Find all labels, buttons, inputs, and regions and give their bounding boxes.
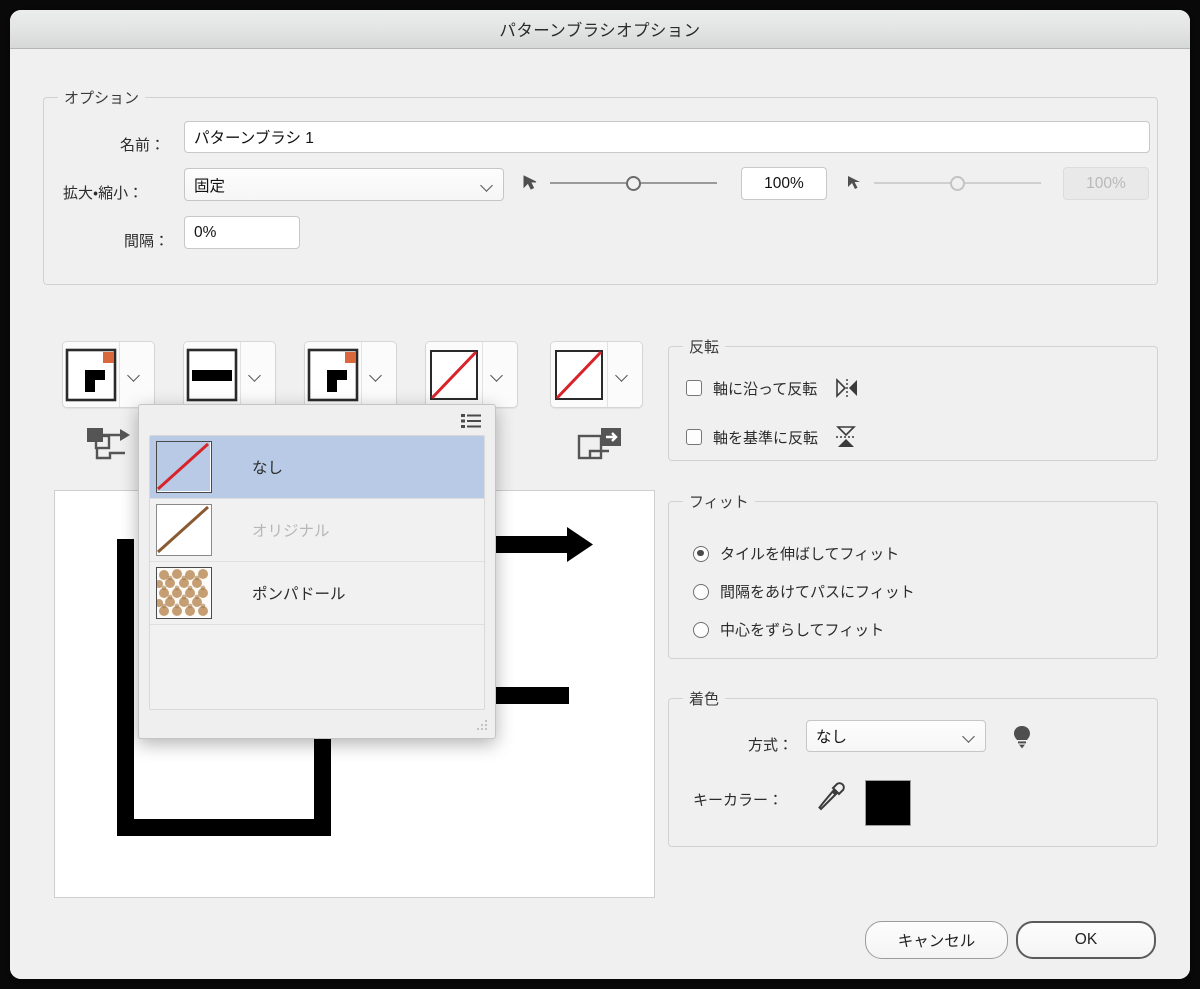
none-tile-icon-2 xyxy=(555,349,603,400)
eyedropper-icon[interactable] xyxy=(816,781,846,813)
fit-option-space-label: 間隔をあけてパスにフィット xyxy=(720,584,915,601)
tile-button-end[interactable] xyxy=(550,341,643,408)
key-color-swatch[interactable] xyxy=(865,780,911,826)
pattern-brush-options-dialog: パターンブラシオプション オプション 名前： パターンブラシ 1 拡大・縮小： … xyxy=(10,10,1190,979)
scale-value-2-input: 100% xyxy=(1063,167,1149,200)
colorization-method-value: なし xyxy=(816,729,848,746)
tile-button-inner-corner[interactable] xyxy=(304,341,397,408)
tile-button-outer-corner[interactable] xyxy=(62,341,155,408)
flip-along-axis-row[interactable]: 軸に沿って反転 xyxy=(686,377,861,399)
flip-group-legend: 反転 xyxy=(683,336,726,357)
spacing-label: 間隔： xyxy=(124,233,170,250)
tile-dropdown-arrow-outer-corner[interactable] xyxy=(119,342,148,407)
inner-corner-indicator-icon xyxy=(577,428,621,460)
fit-option-approximate-row[interactable]: 中心をずらしてフィット xyxy=(693,619,884,640)
tile-chooser-popup: なし オリジナル ポンパドール xyxy=(138,404,496,739)
side-tile-icon xyxy=(186,348,238,401)
corner-tile-icon xyxy=(65,348,117,401)
popup-header xyxy=(139,405,495,435)
corner-tile-icon-2 xyxy=(307,348,359,401)
scale-slider-1-thumb[interactable] xyxy=(626,175,641,191)
list-item[interactable]: ポンパドール xyxy=(150,562,484,625)
fit-option-space-radio[interactable] xyxy=(693,583,709,600)
chevron-down-icon xyxy=(616,371,629,379)
tile-dropdown-arrow-start[interactable] xyxy=(482,342,511,407)
chevron-down-icon xyxy=(963,732,976,740)
flip-along-axis-checkbox[interactable] xyxy=(686,380,702,396)
dialog-titlebar: パターンブラシオプション xyxy=(10,10,1190,49)
fit-option-space-row[interactable]: 間隔をあけてパスにフィット xyxy=(693,581,915,602)
spacing-input[interactable]: 0% xyxy=(184,216,300,249)
list-view-icon[interactable] xyxy=(461,413,481,429)
name-input[interactable]: パターンブラシ 1 xyxy=(184,121,1150,153)
flip-across-axis-checkbox[interactable] xyxy=(686,429,702,445)
swatch-original xyxy=(156,504,212,556)
cancel-button[interactable]: キャンセル xyxy=(865,921,1008,959)
tile-thumb-end xyxy=(551,342,607,407)
list-item[interactable]: なし xyxy=(150,436,484,499)
resize-grip-icon[interactable] xyxy=(475,718,489,732)
pompadour-pattern-icon xyxy=(155,568,210,617)
tile-button-start[interactable] xyxy=(425,341,518,408)
flip-along-axis-icon xyxy=(836,378,858,398)
chevron-down-icon xyxy=(249,371,262,379)
scale-mode-select[interactable]: 固定 xyxy=(184,168,504,201)
swatch-none xyxy=(156,441,212,493)
chevron-down-icon xyxy=(491,371,504,379)
colorization-group-legend: 着色 xyxy=(683,688,726,709)
options-group-legend: オプション xyxy=(58,87,146,108)
scale-slider-2[interactable] xyxy=(846,171,1061,195)
scale-cursor-icon-2 xyxy=(848,176,860,189)
flip-across-axis-icon xyxy=(836,426,857,447)
list-item-empty xyxy=(150,625,484,688)
dialog-title: パターンブラシオプション xyxy=(499,22,701,40)
none-tile-icon xyxy=(430,349,478,400)
original-slash-icon xyxy=(156,505,210,554)
fit-option-stretch-radio[interactable] xyxy=(693,545,709,562)
tile-dropdown-arrow-inner-corner[interactable] xyxy=(361,342,390,407)
name-label: 名前： xyxy=(120,137,166,154)
fit-option-approximate-label: 中心をずらしてフィット xyxy=(720,622,885,639)
tile-thumb-side xyxy=(184,342,240,407)
swatch-pompadour xyxy=(155,567,212,619)
chevron-down-icon xyxy=(128,371,141,379)
lightbulb-icon[interactable] xyxy=(1010,724,1034,750)
tile-thumb-inner-corner xyxy=(305,342,361,407)
key-color-label: キーカラー： xyxy=(693,792,784,809)
scale-slider-2-thumb[interactable] xyxy=(950,175,965,191)
flip-across-axis-label: 軸を基準に反転 xyxy=(713,429,819,447)
fit-group-legend: フィット xyxy=(683,491,755,512)
scale-slider-1[interactable] xyxy=(522,171,737,195)
chevron-down-icon xyxy=(481,181,494,189)
tile-button-side[interactable] xyxy=(183,341,276,408)
scale-value-1-input[interactable]: 100% xyxy=(741,167,827,200)
scale-mode-value: 固定 xyxy=(194,177,226,195)
chevron-down-icon xyxy=(370,371,383,379)
ok-button[interactable]: OK xyxy=(1016,921,1156,959)
flip-along-axis-label: 軸に沿って反転 xyxy=(713,380,818,398)
list-item-label: なし xyxy=(252,460,284,477)
fit-option-approximate-radio[interactable] xyxy=(693,621,709,638)
fit-option-stretch-label: タイルを伸ばしてフィット xyxy=(720,546,900,563)
colorization-method-label: 方式： xyxy=(748,737,794,754)
none-slash-icon xyxy=(156,442,210,491)
dialog-body: オプション 名前： パターンブラシ 1 拡大・縮小： 固定 100% 100% … xyxy=(10,49,1190,979)
screen: パターンブラシオプション オプション 名前： パターンブラシ 1 拡大・縮小： … xyxy=(0,0,1200,989)
list-item-label: ポンパドール xyxy=(252,586,346,603)
fit-option-stretch-row[interactable]: タイルを伸ばしてフィット xyxy=(693,543,899,564)
tile-dropdown-arrow-side[interactable] xyxy=(240,342,269,407)
colorization-method-select[interactable]: なし xyxy=(806,720,986,752)
list-item-label: オリジナル xyxy=(252,523,330,540)
tile-dropdown-arrow-end[interactable] xyxy=(607,342,636,407)
flip-across-axis-row[interactable]: 軸を基準に反転 xyxy=(686,424,858,450)
tile-thumb-start xyxy=(426,342,482,407)
list-item[interactable]: オリジナル xyxy=(150,499,484,562)
outer-corner-indicator-icon xyxy=(87,428,130,460)
scale-label: 拡大・縮小： xyxy=(63,185,144,202)
scale-cursor-icon xyxy=(523,175,537,190)
tile-chooser-list[interactable]: なし オリジナル ポンパドール xyxy=(149,435,485,710)
tile-thumb-outer-corner xyxy=(63,342,119,407)
